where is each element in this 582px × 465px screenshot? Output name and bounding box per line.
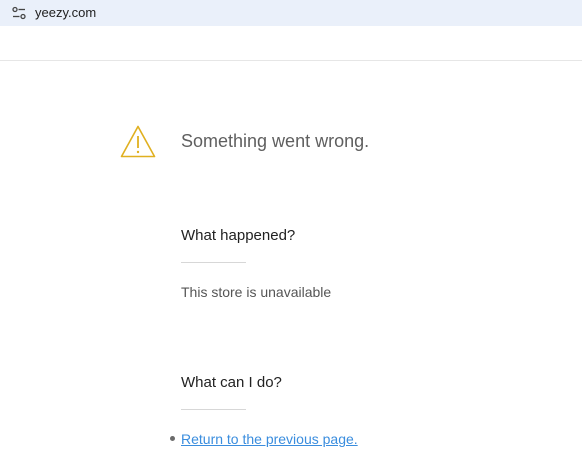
what-happened-heading: What happened? bbox=[181, 227, 296, 244]
section-divider bbox=[181, 409, 246, 410]
warning-icon bbox=[120, 125, 156, 158]
bullet-icon bbox=[170, 436, 175, 441]
explanation-text: This store is unavailable bbox=[181, 284, 332, 300]
address-bar[interactable]: yeezy.com bbox=[0, 0, 582, 26]
url-text[interactable]: yeezy.com bbox=[35, 5, 96, 20]
what-can-i-do-heading: What can I do? bbox=[181, 374, 282, 391]
section-divider bbox=[181, 262, 246, 263]
return-previous-page-link[interactable]: Return to the previous page. bbox=[181, 431, 358, 447]
site-info-icon[interactable] bbox=[12, 6, 26, 20]
error-title: Something went wrong. bbox=[181, 131, 370, 151]
divider bbox=[0, 60, 582, 61]
